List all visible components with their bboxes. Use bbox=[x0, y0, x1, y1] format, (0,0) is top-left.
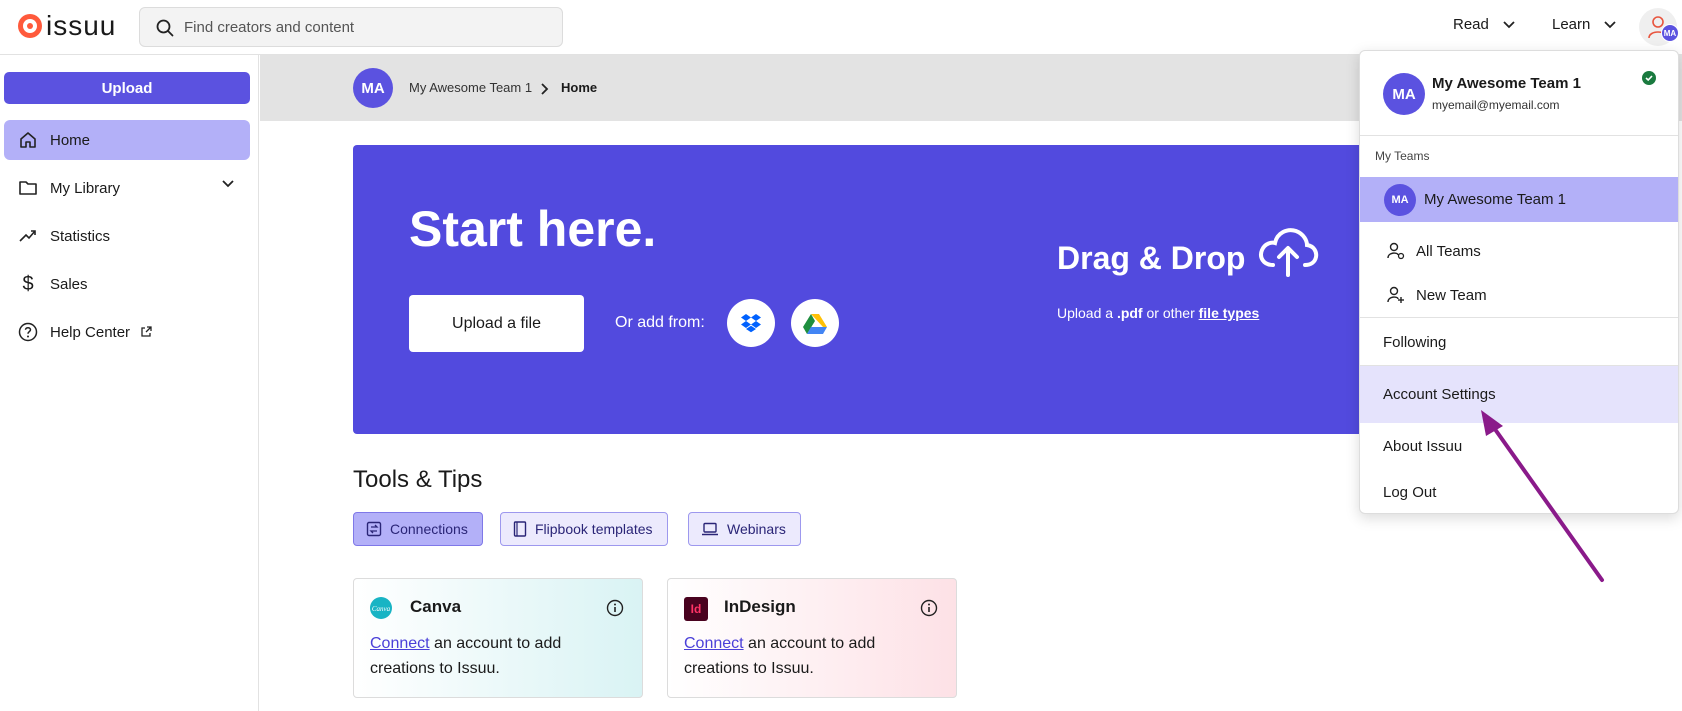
external-link-icon bbox=[141, 326, 152, 337]
info-icon[interactable] bbox=[920, 599, 938, 617]
breadcrumb-team[interactable]: My Awesome Team 1 bbox=[409, 80, 532, 95]
sidebar-item-label: Home bbox=[50, 131, 91, 149]
all-teams-label: All Teams bbox=[1416, 242, 1481, 260]
dropbox-button[interactable] bbox=[727, 299, 775, 347]
divider bbox=[1360, 135, 1678, 136]
connect-link[interactable]: Connect bbox=[370, 635, 430, 652]
tab-connections[interactable]: Connections bbox=[353, 512, 483, 546]
avatar-initials: MA bbox=[1661, 24, 1679, 42]
dropbox-icon bbox=[741, 314, 761, 333]
new-team-label: New Team bbox=[1416, 286, 1487, 304]
check-circle-icon bbox=[1642, 71, 1656, 85]
teams-settings-icon bbox=[1387, 242, 1405, 260]
canva-card: Canva Canva Connect an account to add cr… bbox=[353, 578, 643, 698]
home-icon bbox=[20, 132, 36, 148]
chevron-down-icon bbox=[1604, 20, 1617, 28]
team-add-icon bbox=[1387, 286, 1404, 303]
hero-title: Start here. bbox=[409, 201, 657, 257]
log-out-link[interactable]: Log Out bbox=[1360, 472, 1678, 512]
dropdown-avatar: MA bbox=[1383, 73, 1425, 115]
connect-link[interactable]: Connect bbox=[684, 635, 744, 652]
sidebar-item-label: Help Center bbox=[50, 323, 131, 341]
learn-menu[interactable]: Learn bbox=[1552, 16, 1617, 33]
card-title: Canva bbox=[410, 597, 462, 616]
logo-text: issuu bbox=[46, 10, 117, 41]
sidebar-item-my-library[interactable]: My Library bbox=[4, 168, 250, 208]
sidebar-item-label: Sales bbox=[50, 275, 88, 293]
drag-sub-prefix: Upload a bbox=[1057, 305, 1117, 321]
profile-dropdown: MA My Awesome Team 1 myemail@myemail.com… bbox=[1359, 50, 1679, 514]
all-teams-link[interactable]: All Teams bbox=[1360, 231, 1678, 271]
google-drive-button[interactable] bbox=[791, 299, 839, 347]
upload-hero[interactable]: Start here. Upload a file Or add from: D… bbox=[353, 145, 1363, 434]
card-text: Connect an account to add creations to I… bbox=[370, 631, 620, 681]
folder-icon bbox=[19, 181, 37, 195]
top-bar: issuu Read Learn MA bbox=[0, 0, 1682, 55]
upload-file-button[interactable]: Upload a file bbox=[409, 295, 584, 352]
read-menu[interactable]: Read bbox=[1453, 16, 1515, 33]
about-issuu-link[interactable]: About Issuu bbox=[1360, 426, 1678, 466]
drag-sub-pdf: .pdf bbox=[1116, 305, 1143, 321]
sidebar-item-help-center[interactable]: Help Center bbox=[4, 312, 250, 352]
read-menu-label: Read bbox=[1453, 16, 1489, 33]
search-box[interactable] bbox=[139, 7, 563, 47]
team-item-current[interactable]: MA My Awesome Team 1 bbox=[1360, 177, 1678, 222]
sidebar: Upload Home My Library Statistics $ Sale… bbox=[0, 55, 259, 711]
divider bbox=[1360, 317, 1678, 318]
trend-icon bbox=[19, 230, 36, 242]
sidebar-item-label: Statistics bbox=[50, 227, 111, 245]
issuu-logo[interactable]: issuu bbox=[18, 12, 116, 40]
tab-flipbook-templates[interactable]: Flipbook templates bbox=[500, 512, 668, 546]
tools-tips-title: Tools & Tips bbox=[353, 466, 483, 493]
or-add-from-label: Or add from: bbox=[615, 314, 705, 331]
laptop-icon bbox=[702, 522, 718, 536]
info-icon[interactable] bbox=[606, 599, 624, 617]
indesign-card: Id InDesign Connect an account to add cr… bbox=[667, 578, 957, 698]
drag-drop-subtitle: Upload a .pdf or other file types bbox=[1057, 305, 1259, 321]
indesign-logo-icon: Id bbox=[684, 597, 708, 621]
sidebar-item-statistics[interactable]: Statistics bbox=[4, 216, 250, 256]
dropdown-account-name: My Awesome Team 1 bbox=[1432, 75, 1581, 92]
card-text: Connect an account to add creations to I… bbox=[684, 631, 934, 681]
book-icon bbox=[513, 521, 527, 537]
team-avatar[interactable]: MA bbox=[353, 68, 393, 108]
indesign-logo-text: Id bbox=[690, 602, 702, 616]
sidebar-item-sales[interactable]: $ Sales bbox=[4, 264, 250, 304]
new-team-link[interactable]: New Team bbox=[1360, 275, 1678, 315]
connections-icon bbox=[366, 521, 382, 537]
drag-sub-middle: or other bbox=[1142, 305, 1199, 321]
drag-drop-title: Drag & Drop bbox=[1057, 240, 1246, 276]
dollar-icon: $ bbox=[22, 273, 34, 295]
search-input[interactable] bbox=[184, 18, 544, 36]
cloud-upload-icon bbox=[1259, 228, 1319, 277]
file-types-link[interactable]: file types bbox=[1199, 305, 1260, 321]
following-link[interactable]: Following bbox=[1360, 322, 1678, 362]
search-icon bbox=[156, 19, 174, 37]
team-avatar: MA bbox=[1384, 183, 1416, 216]
tab-label: Flipbook templates bbox=[535, 521, 653, 537]
card-title: InDesign bbox=[724, 597, 796, 616]
chevron-down-icon bbox=[1503, 20, 1515, 28]
profile-avatar-button[interactable]: MA bbox=[1639, 8, 1679, 46]
google-drive-icon bbox=[803, 313, 827, 334]
canva-logo-icon: Canva bbox=[370, 597, 392, 619]
sidebar-item-label: My Library bbox=[50, 179, 121, 197]
learn-menu-label: Learn bbox=[1552, 16, 1591, 33]
tab-webinars[interactable]: Webinars bbox=[688, 512, 801, 546]
chevron-right-icon bbox=[541, 83, 549, 95]
team-item-label: My Awesome Team 1 bbox=[1424, 191, 1567, 208]
tab-label: Webinars bbox=[727, 521, 786, 537]
account-settings-link[interactable]: Account Settings bbox=[1360, 366, 1678, 423]
sidebar-item-home[interactable]: Home bbox=[4, 120, 250, 160]
upload-button[interactable]: Upload bbox=[4, 72, 250, 104]
help-icon bbox=[18, 322, 38, 342]
tab-label: Connections bbox=[390, 521, 468, 537]
breadcrumb-current: Home bbox=[561, 80, 598, 95]
chevron-down-icon[interactable] bbox=[222, 180, 234, 188]
dropdown-account-email: myemail@myemail.com bbox=[1432, 98, 1560, 112]
logo-icon bbox=[18, 14, 42, 38]
svg-text:Canva: Canva bbox=[372, 605, 391, 613]
my-teams-heading: My Teams bbox=[1375, 149, 1430, 163]
